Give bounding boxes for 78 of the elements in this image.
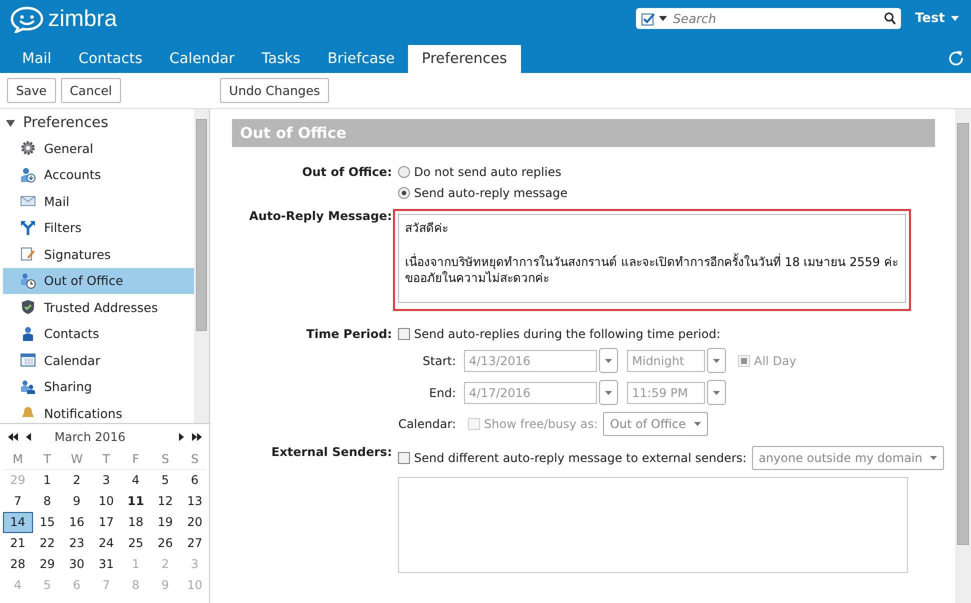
calendar-day[interactable]: 21	[3, 534, 32, 553]
audience-dropdown[interactable]: anyone outside my domain	[752, 446, 944, 470]
field-label: External Senders:	[270, 445, 392, 461]
calendar-day[interactable]: 9	[62, 492, 92, 511]
calendar-day[interactable]: 11	[121, 492, 150, 511]
calendar-day[interactable]: 27	[180, 534, 210, 553]
calendar-day[interactable]: 17	[92, 513, 121, 532]
calendar-day[interactable]: 18	[121, 513, 150, 532]
weekday-label: W	[70, 452, 84, 466]
message-field[interactable]: สวัสดีค่ะ เนื่องจากบริษัทหยุดทำการในวันสงกรานต์ และจะเปิดทำการอีกครั้งในวันที่ 18 เมษายน 2559 ค่ะ ขออภัยในความไม่สะดวกค่ะ	[398, 214, 906, 303]
calendar-day[interactable]: 29	[32, 555, 62, 574]
weekday-label: S	[160, 452, 170, 466]
field-label: Time Period:	[305, 327, 392, 343]
status-dropdown[interactable]: Out of Office	[602, 412, 708, 436]
calendar-day[interactable]: 7	[3, 492, 32, 511]
weekday-label: T	[42, 452, 52, 466]
logo-text: zimbra	[48, 5, 118, 32]
weekday-label: T	[102, 452, 111, 466]
toolbar-button[interactable]: Save	[7, 78, 56, 103]
sidebar-item[interactable]: Filters	[3, 214, 194, 241]
field-label: Calendar:	[398, 417, 456, 431]
sidebar-item[interactable]: General	[3, 135, 194, 162]
user-menu[interactable]: Test	[915, 11, 963, 26]
calendar-day[interactable]: 12	[150, 492, 180, 511]
option-label[interactable]: Do not send auto replies	[414, 165, 562, 179]
field-label: Auto-Reply Message:	[248, 209, 392, 225]
calendar-day[interactable]: 23	[62, 534, 92, 553]
calendar-day[interactable]: 8	[32, 492, 62, 511]
toolbar-button[interactable]: Cancel	[60, 78, 122, 103]
weekday-label: S	[190, 452, 200, 466]
calendar-day[interactable]: 14	[3, 512, 32, 533]
sidebar-item[interactable]: Accounts	[3, 162, 194, 188]
sidebar-item[interactable]: Calendar	[3, 347, 194, 374]
sidebar-item[interactable]: Out of Office	[3, 268, 194, 294]
sidebar-item[interactable]: Contacts	[3, 320, 194, 347]
sidebar-item[interactable]: Notifications	[3, 400, 194, 423]
sidebar-item[interactable]: Signatures	[3, 241, 194, 268]
calendar-day[interactable]: 2	[62, 471, 92, 490]
calendar-day[interactable]: 25	[121, 534, 150, 553]
field-label: End:	[428, 386, 456, 400]
calendar-day[interactable]: 20	[180, 513, 210, 532]
calendar-day[interactable]: 19	[150, 513, 180, 532]
app-tab[interactable]: Mail	[8, 45, 64, 73]
tree-heading: Preferences	[23, 115, 108, 131]
app-tab[interactable]: Calendar	[155, 45, 248, 73]
field-label: Start:	[422, 354, 456, 368]
calendar-day[interactable]: 22	[32, 534, 62, 553]
calendar-day[interactable]: 30	[62, 555, 92, 574]
checkbox-label[interactable]: Send different auto-reply message to external senders:	[414, 451, 747, 465]
calendar-day[interactable]: 24	[92, 534, 121, 553]
calendar-day[interactable]: 28	[3, 555, 32, 574]
app-tab[interactable]: Contacts	[64, 45, 156, 73]
calendar-day[interactable]: 6	[180, 471, 210, 490]
calendar-day[interactable]: 4	[121, 471, 150, 490]
section-title: Out of Office	[240, 124, 346, 142]
calendar-day[interactable]: 5	[150, 471, 180, 490]
app-tab[interactable]: Preferences	[408, 45, 522, 73]
calendar-day[interactable]: 31	[92, 555, 121, 574]
checkbox-label[interactable]: Send auto-replies during the following time period:	[414, 327, 720, 341]
weekday-label: F	[131, 452, 140, 466]
calendar-day[interactable]: 15	[32, 513, 62, 532]
month-title: March 2016	[54, 430, 126, 444]
calendar-day[interactable]: 3	[92, 471, 121, 490]
calendar-day[interactable]: 26	[150, 534, 180, 553]
sidebar-item[interactable]: Mail	[3, 188, 194, 214]
calendar-day[interactable]: 13	[180, 492, 210, 511]
sidebar-item[interactable]: Sharing	[3, 374, 194, 400]
calendar-day[interactable]: 1	[32, 471, 62, 490]
app-tab[interactable]: Tasks	[248, 45, 314, 73]
field-label: Out of Office:	[301, 165, 392, 181]
sidebar-item[interactable]: Trusted Addresses	[3, 294, 194, 320]
search-bar[interactable]: Search	[636, 8, 901, 29]
app-tab[interactable]: Briefcase	[313, 45, 408, 73]
undo-button[interactable]: Undo Changes	[220, 78, 330, 103]
calendar-day[interactable]: 10	[92, 492, 121, 511]
option-label[interactable]: Send auto-reply message	[414, 186, 568, 200]
calendar-day[interactable]: 16	[62, 513, 92, 532]
weekday-label: M	[12, 452, 24, 466]
